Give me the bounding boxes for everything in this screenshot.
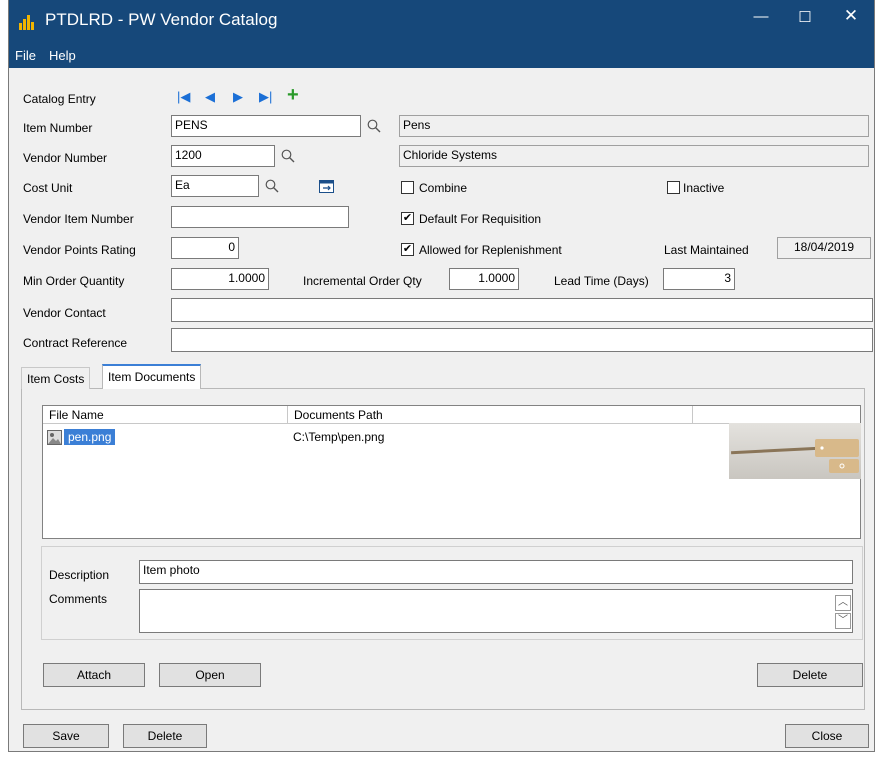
delete-document-button[interactable]: Delete bbox=[757, 663, 863, 687]
first-record-icon[interactable]: |◀ bbox=[177, 89, 190, 105]
window-title: PTDLRD - PW Vendor Catalog bbox=[45, 10, 278, 29]
vendor-name-field: Chloride Systems bbox=[399, 145, 869, 167]
min-order-label: Min Order Quantity bbox=[23, 274, 125, 288]
incremental-order-input[interactable]: 1.0000 bbox=[449, 268, 519, 290]
image-file-icon bbox=[47, 430, 62, 445]
table-row[interactable]: pen.png C:\Temp\pen.png bbox=[43, 428, 683, 448]
allowed-replenishment-label: Allowed for Replenishment bbox=[419, 243, 562, 257]
vendor-item-number-input[interactable] bbox=[171, 206, 349, 228]
description-label: Description bbox=[49, 568, 110, 582]
last-maintained-field: 18/04/2019 bbox=[777, 237, 871, 259]
contract-reference-input[interactable] bbox=[171, 328, 873, 352]
scroll-down-icon[interactable]: ﹀ bbox=[835, 613, 851, 629]
documents-path-cell[interactable]: C:\Temp\pen.png bbox=[293, 430, 384, 444]
default-requisition-label: Default For Requisition bbox=[419, 212, 542, 226]
inactive-label: Inactive bbox=[683, 181, 725, 195]
vendor-contact-input[interactable] bbox=[171, 298, 873, 322]
open-button[interactable]: Open bbox=[159, 663, 261, 687]
vendor-catalog-window: PTDLRD - PW Vendor Catalog — ☐ ✕ File He… bbox=[8, 0, 875, 752]
comments-label: Comments bbox=[49, 592, 108, 606]
documents-grid: File Name Documents Path pen.png C:\Temp… bbox=[42, 405, 861, 539]
close-button[interactable]: Close bbox=[785, 724, 869, 748]
add-record-icon[interactable]: + bbox=[287, 84, 299, 107]
app-icon bbox=[19, 14, 35, 30]
combine-label: Combine bbox=[419, 181, 468, 195]
next-record-icon[interactable]: ▶ bbox=[233, 89, 243, 105]
item-search-icon[interactable] bbox=[367, 119, 381, 133]
item-number-label: Item Number bbox=[23, 121, 93, 135]
maximize-button[interactable]: ☐ bbox=[785, 8, 825, 32]
previous-record-icon[interactable]: ◀ bbox=[205, 89, 215, 105]
combine-checkbox[interactable] bbox=[401, 181, 414, 194]
tab-item-costs[interactable]: Item Costs bbox=[21, 367, 91, 389]
vendor-number-label: Vendor Number bbox=[23, 151, 108, 165]
cost-unit-search-icon[interactable] bbox=[265, 179, 279, 193]
cost-unit-label: Cost Unit bbox=[23, 181, 73, 195]
lead-time-input[interactable]: 3 bbox=[663, 268, 735, 290]
catalog-entry-label: Catalog Entry bbox=[23, 92, 96, 106]
default-requisition-checkbox[interactable]: ✔ bbox=[401, 212, 414, 225]
last-record-icon[interactable]: ▶| bbox=[259, 89, 272, 105]
close-window-button[interactable]: ✕ bbox=[831, 6, 871, 30]
menu-help[interactable]: Help bbox=[49, 48, 76, 63]
vendor-contact-label: Vendor Contact bbox=[23, 306, 106, 320]
tab-item-documents[interactable]: Item Documents bbox=[102, 364, 202, 389]
inactive-checkbox[interactable] bbox=[667, 181, 680, 194]
vendor-points-input[interactable]: 0 bbox=[171, 237, 239, 259]
item-description-field: Pens bbox=[399, 115, 869, 137]
min-order-input[interactable]: 1.0000 bbox=[171, 268, 269, 290]
column-header-file-name[interactable]: File Name bbox=[43, 406, 288, 424]
column-header-documents-path[interactable]: Documents Path bbox=[288, 406, 693, 424]
title-bar: PTDLRD - PW Vendor Catalog — ☐ ✕ bbox=[9, 0, 874, 44]
vendor-points-label: Vendor Points Rating bbox=[23, 243, 136, 257]
comments-textarea[interactable] bbox=[139, 589, 853, 633]
description-input[interactable]: Item photo bbox=[139, 560, 853, 584]
incremental-order-label: Incremental Order Qty bbox=[303, 274, 422, 288]
last-maintained-label: Last Maintained bbox=[664, 243, 749, 257]
attach-button[interactable]: Attach bbox=[43, 663, 145, 687]
vendor-number-input[interactable]: 1200 bbox=[171, 145, 275, 167]
contract-reference-label: Contract Reference bbox=[23, 336, 128, 350]
column-header-preview[interactable] bbox=[693, 406, 860, 424]
pen-image-preview bbox=[729, 423, 861, 479]
lead-time-label: Lead Time (Days) bbox=[554, 274, 649, 288]
minimize-button[interactable]: — bbox=[741, 8, 781, 32]
save-button[interactable]: Save bbox=[23, 724, 109, 748]
menu-file[interactable]: File bbox=[15, 48, 36, 63]
cost-unit-input[interactable]: Ea bbox=[171, 175, 259, 197]
allowed-replenishment-checkbox[interactable]: ✔ bbox=[401, 243, 414, 256]
menu-bar: File Help bbox=[9, 44, 874, 68]
delete-button[interactable]: Delete bbox=[123, 724, 207, 748]
unit-lookup-icon[interactable] bbox=[319, 180, 334, 193]
pen-photo bbox=[731, 439, 859, 473]
vendor-search-icon[interactable] bbox=[281, 149, 295, 163]
file-name-cell[interactable]: pen.png bbox=[64, 429, 116, 445]
scroll-up-icon[interactable]: ︿ bbox=[835, 595, 851, 611]
vendor-item-number-label: Vendor Item Number bbox=[23, 212, 134, 226]
item-number-input[interactable]: PENS bbox=[171, 115, 361, 137]
